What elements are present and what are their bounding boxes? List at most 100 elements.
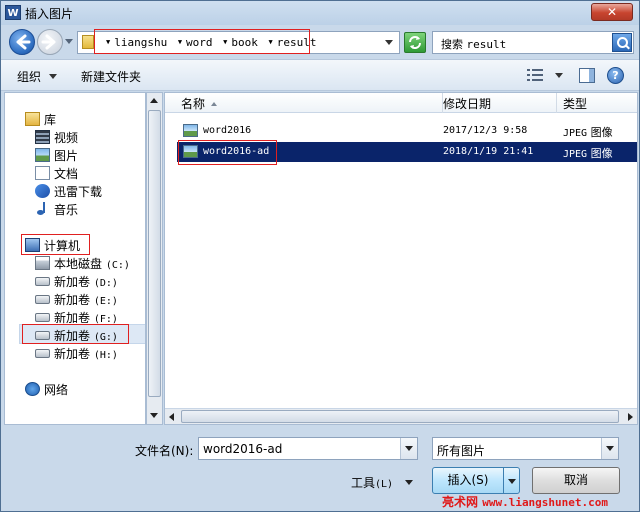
navigation-scrollbar[interactable] — [146, 92, 163, 425]
organize-label: 组织 — [17, 70, 42, 84]
search-query: result — [466, 38, 507, 51]
document-icon — [35, 166, 50, 180]
back-arrow-icon — [16, 34, 31, 50]
insert-button[interactable]: 插入(S) — [432, 467, 520, 494]
cancel-button[interactable]: 取消 — [532, 467, 620, 494]
insert-picture-dialog: W 插入图片 ✕ ▼ liangshu ▼ word ▼ book ▼ result — [0, 0, 640, 512]
video-icon — [35, 130, 50, 144]
system-drive-icon — [35, 256, 50, 270]
back-button[interactable] — [9, 29, 35, 55]
refresh-icon — [409, 36, 421, 49]
navigation-pane: 库 视频 图片 文档 迅雷下载 音乐 计算机 本地磁盘 (C:) 新加卷 (D:… — [4, 92, 146, 425]
view-list-icon[interactable] — [527, 69, 543, 81]
file-row[interactable]: word2016 2017/12/3 9:58 JPEG 图像 — [177, 121, 637, 141]
thunder-download-icon — [35, 184, 50, 198]
word-app-icon: W — [5, 5, 21, 20]
title-bar: W 插入图片 ✕ — [1, 1, 639, 25]
close-button[interactable]: ✕ — [591, 3, 633, 21]
file-type-suffix: 图像 — [590, 126, 613, 139]
nav-item-label: 本地磁盘 (C:) — [54, 255, 130, 272]
refresh-button[interactable] — [404, 32, 426, 53]
preview-pane-icon[interactable] — [579, 68, 595, 83]
column-header-label: 名称 — [181, 97, 206, 111]
file-type: JPEG 图像 — [563, 124, 613, 140]
window-title: 插入图片 — [25, 7, 74, 21]
scrollbar-thumb[interactable] — [181, 410, 619, 423]
annotation-highlight-box — [94, 29, 310, 54]
drive-icon — [35, 313, 50, 322]
drive-letter: (E:) — [93, 296, 118, 307]
command-toolbar: 组织 新建文件夹 ? — [1, 59, 639, 91]
nav-item-label: 音乐 — [54, 203, 79, 217]
nav-item-label: 文档 — [54, 167, 79, 181]
watermark-prefix: 亮术网 — [442, 495, 479, 509]
image-file-icon — [183, 124, 198, 137]
address-dropdown-icon[interactable] — [385, 40, 393, 45]
network-icon — [25, 382, 40, 396]
drive-letter: (G:) — [93, 332, 118, 343]
column-header-name[interactable]: 名称 — [175, 93, 443, 113]
file-type-suffix: 图像 — [590, 147, 613, 160]
tools-menu-button[interactable]: 工具(L) — [351, 474, 414, 491]
search-label: 搜索 — [441, 38, 463, 51]
drive-label: 新加卷 — [54, 275, 91, 289]
column-header-date[interactable]: 修改日期 — [437, 93, 557, 113]
forward-arrow-icon — [41, 34, 56, 50]
insert-options-chevron-icon[interactable] — [503, 468, 519, 493]
new-folder-button[interactable]: 新建文件夹 — [81, 68, 141, 85]
column-header-type[interactable]: 类型 — [557, 93, 637, 113]
file-type-filter[interactable]: 所有图片 — [432, 437, 619, 460]
drive-icon — [35, 295, 50, 304]
search-icon[interactable] — [612, 33, 632, 52]
watermark: 亮术网 www.liangshunet.com — [442, 493, 608, 510]
forward-button[interactable] — [37, 29, 63, 55]
horizontal-scrollbar[interactable] — [165, 408, 637, 424]
drive-label: 新加卷 — [54, 329, 91, 343]
music-note-icon — [35, 202, 50, 216]
drive-label: 新加卷 — [54, 311, 91, 325]
drive-letter: (D:) — [93, 278, 118, 289]
scroll-right-icon[interactable] — [623, 409, 637, 424]
chevron-down-icon — [405, 480, 414, 485]
filename-input[interactable]: word2016-ad — [198, 437, 418, 460]
nav-item-label: 新加卷 (E:) — [54, 291, 118, 308]
tools-label: 工具 — [351, 476, 376, 490]
search-box[interactable]: 搜索 result — [432, 31, 634, 54]
file-name: word2016 — [203, 125, 252, 136]
drive-letter: (H:) — [93, 350, 118, 361]
drive-label: 新加卷 — [54, 347, 91, 361]
library-icon — [25, 112, 40, 126]
filter-value: 所有图片 — [437, 444, 486, 458]
filename-dropdown-icon[interactable] — [400, 438, 417, 459]
computer-icon — [25, 238, 40, 252]
insert-label: 插入(S) — [447, 473, 489, 487]
nav-item-label: 网络 — [44, 383, 69, 397]
scroll-down-icon[interactable] — [149, 409, 160, 422]
file-list: 名称 修改日期 类型 word2016 2017/12/3 9:58 JPEG … — [164, 92, 638, 425]
folder-icon — [82, 35, 94, 49]
nav-item-label: 视频 — [54, 131, 79, 145]
sort-ascending-icon — [211, 102, 218, 106]
filter-dropdown-icon[interactable] — [601, 438, 618, 459]
view-options-chevron-icon[interactable] — [555, 73, 563, 78]
pictures-icon — [35, 148, 50, 162]
file-date: 2017/12/3 9:58 — [443, 125, 528, 136]
nav-item-label: 库 — [44, 113, 57, 127]
organize-button[interactable]: 组织 — [17, 68, 58, 85]
scrollbar-thumb[interactable] — [148, 110, 161, 397]
help-icon[interactable]: ? — [607, 67, 624, 84]
scroll-left-icon[interactable] — [165, 409, 179, 424]
file-type-prefix: JPEG — [563, 128, 588, 139]
navigation-row: ▼ liangshu ▼ word ▼ book ▼ result 搜索 result — [1, 25, 639, 59]
nav-item-label: 新加卷 (H:) — [54, 345, 118, 362]
column-header-row: 名称 修改日期 类型 — [165, 93, 637, 113]
drive-icon — [35, 331, 50, 340]
recent-locations-chevron-icon[interactable] — [65, 39, 73, 44]
search-input[interactable]: 搜索 result — [441, 36, 506, 52]
watermark-url: www.liangshunet.com — [482, 496, 609, 509]
address-bar[interactable]: ▼ liangshu ▼ word ▼ book ▼ result — [77, 29, 400, 54]
scroll-up-icon[interactable] — [149, 94, 160, 107]
drive-label: 本地磁盘 — [54, 257, 103, 271]
nav-item-label: 新加卷 (D:) — [54, 273, 118, 290]
chevron-down-icon — [49, 74, 58, 79]
